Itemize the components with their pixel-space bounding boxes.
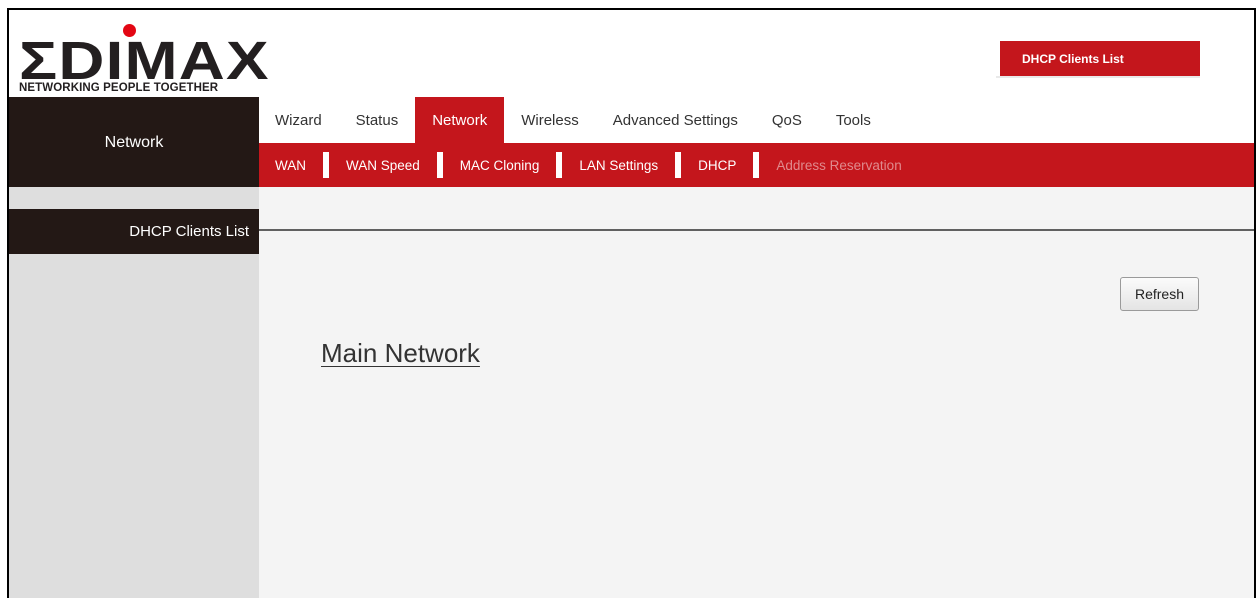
section-title-main-network: Main Network <box>321 338 480 368</box>
edimax-logo: ΣDIMAX NETWORKING PEOPLE TOGETHER <box>19 18 268 98</box>
submenu-separator <box>753 152 760 178</box>
menu-status[interactable]: Status <box>339 97 416 143</box>
submenu-wan[interactable]: WAN <box>259 158 323 173</box>
menu-wireless[interactable]: Wireless <box>504 97 596 143</box>
menu-network[interactable]: Network <box>415 97 505 143</box>
submenu-dhcp[interactable]: DHCP <box>698 158 753 173</box>
logo-tagline: NETWORKING PEOPLE TOGETHER <box>19 82 219 94</box>
submenu-separator <box>436 152 443 178</box>
sub-menu: WAN WAN Speed MAC Cloning LAN Settings D… <box>259 143 1254 187</box>
logo-wordmark: ΣDIMAX <box>19 31 270 91</box>
content-divider <box>259 229 1254 231</box>
page-title-tab: DHCP Clients List <box>996 41 1200 76</box>
submenu-separator <box>323 152 329 178</box>
menu-qos[interactable]: QoS <box>755 97 819 143</box>
submenu-address-reservation[interactable]: Address Reservation <box>776 158 918 173</box>
sidebar-item-dhcp-clients-list[interactable]: DHCP Clients List <box>9 209 259 254</box>
submenu-separator <box>675 152 682 178</box>
refresh-button[interactable]: Refresh <box>1120 277 1199 311</box>
sidebar-section-title: Network <box>9 97 259 187</box>
menu-advanced-settings[interactable]: Advanced Settings <box>596 97 755 143</box>
submenu-separator <box>556 152 563 178</box>
content-area: Refresh Main Network <box>259 187 1254 598</box>
router-admin-page: ΣDIMAX NETWORKING PEOPLE TOGETHER DHCP C… <box>7 8 1256 598</box>
submenu-mac-cloning[interactable]: MAC Cloning <box>460 158 557 173</box>
page-title-tab-shadow <box>996 76 1200 78</box>
menu-wizard[interactable]: Wizard <box>259 97 339 143</box>
submenu-lan-settings[interactable]: LAN Settings <box>579 158 675 173</box>
menu-tools[interactable]: Tools <box>819 97 888 143</box>
submenu-wan-speed[interactable]: WAN Speed <box>346 158 437 173</box>
main-menu: Wizard Status Network Wireless Advanced … <box>259 97 888 143</box>
